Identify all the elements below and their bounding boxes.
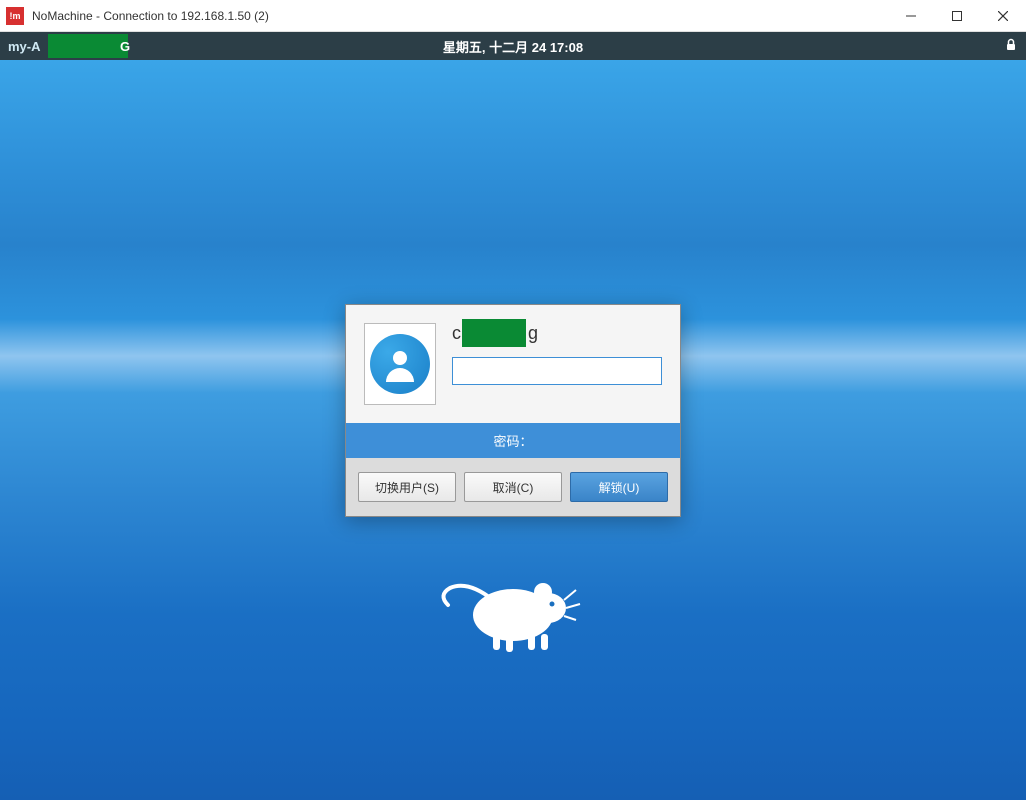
window-titlebar: !m NoMachine - Connection to 192.168.1.5… <box>0 0 1026 32</box>
nomachine-icon: !m <box>6 7 24 25</box>
username-suffix: g <box>528 323 538 344</box>
login-fields: c g <box>452 323 662 385</box>
close-button[interactable] <box>980 0 1026 31</box>
window-controls <box>888 0 1026 31</box>
hostname-suffix: G <box>120 39 130 54</box>
hostname-redaction <box>48 34 128 58</box>
xfce-mouse-logo <box>438 560 588 675</box>
datetime-label: 星期五, 十二月 24 17:08 <box>443 37 583 56</box>
minimize-button[interactable] <box>888 0 934 31</box>
username-label: c g <box>452 323 662 347</box>
cancel-button[interactable]: 取消(C) <box>464 472 562 502</box>
avatar-icon <box>370 334 430 394</box>
switch-user-button[interactable]: 切换用户(S) <box>358 472 456 502</box>
password-label-bar: 密码： <box>346 423 680 458</box>
maximize-button[interactable] <box>934 0 980 31</box>
window-title: NoMachine - Connection to 192.168.1.50 (… <box>32 9 269 23</box>
username-prefix: c <box>452 323 461 343</box>
dialog-buttons: 切换用户(S) 取消(C) 解锁(U) <box>346 458 680 516</box>
remote-desktop: c g 密码： 切换用户(S) 取消(C) 解锁(U) <box>0 60 1026 800</box>
hostname-prefix: my-A <box>8 39 41 54</box>
password-input[interactable] <box>452 357 662 385</box>
unlock-dialog: c g 密码： 切换用户(S) 取消(C) 解锁(U) <box>345 304 681 517</box>
dialog-top: c g <box>346 305 680 423</box>
unlock-button[interactable]: 解锁(U) <box>570 472 668 502</box>
remote-session-bar: my-A G 星期五, 十二月 24 17:08 <box>0 32 1026 60</box>
username-redaction <box>462 319 526 347</box>
avatar <box>364 323 436 405</box>
lock-icon[interactable] <box>1004 38 1018 55</box>
